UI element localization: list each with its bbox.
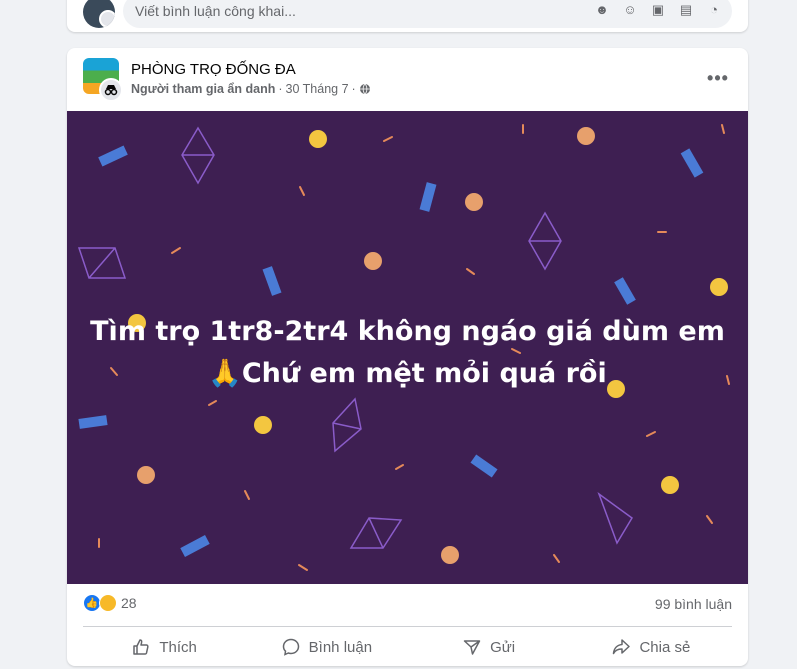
reactions-summary[interactable]: 👍 28 — [83, 594, 137, 612]
anonymous-avatar — [99, 78, 123, 102]
post-header: PHÒNG TRỌ ĐỐNG ĐA Người tham gia ẩn danh… — [67, 48, 748, 110]
anonymous-icon — [104, 85, 118, 96]
group-name[interactable]: PHÒNG TRỌ ĐỐNG ĐA — [131, 61, 296, 78]
post-text-line-1: Tìm trọ 1tr8-2tr4 không ngáo giá dùm em — [90, 316, 725, 347]
post-background: Tìm trọ 1tr8-2tr4 không ngáo giá dùm em … — [67, 111, 748, 584]
globe-icon — [359, 83, 370, 95]
sad-reaction-icon — [99, 594, 117, 612]
previous-post-comment-bar: Viết bình luận công khai... ☻ ☺ ▣ ▤ ◔ — [67, 0, 748, 32]
post-date[interactable]: 30 Tháng 7 — [286, 82, 349, 96]
post-author[interactable]: Người tham gia ẩn danh — [131, 82, 275, 96]
gif-icon[interactable]: ▤ — [678, 2, 694, 18]
avatar-sticker-icon[interactable]: ☻ — [594, 2, 610, 18]
sticker-icon[interactable]: ◔ — [706, 2, 722, 18]
comment-button[interactable]: Bình luận — [245, 630, 407, 664]
post-text-line-2: 🙏Chứ em mệt mỏi quá rồi — [208, 358, 607, 389]
like-label: Thích — [159, 638, 197, 656]
meta-separator: · — [278, 82, 283, 96]
share-icon — [613, 639, 631, 655]
post-actions: Thích Bình luận Gửi Chia sẻ — [83, 630, 732, 664]
comment-icon — [282, 638, 299, 656]
send-button[interactable]: Gửi — [408, 630, 570, 664]
post-card: PHÒNG TRỌ ĐỐNG ĐA Người tham gia ẩn danh… — [67, 48, 748, 666]
camera-icon[interactable]: ▣ — [650, 2, 666, 18]
comment-placeholder: Viết bình luận công khai... — [135, 3, 296, 19]
post-meta: Người tham gia ẩn danh · 30 Tháng 7 · — [131, 82, 371, 96]
comment-tools: ☻ ☺ ▣ ▤ ◔ — [594, 2, 722, 18]
comment-count[interactable]: 99 bình luận — [655, 596, 732, 612]
comment-label: Bình luận — [308, 638, 373, 656]
send-icon — [463, 640, 481, 655]
divider — [83, 626, 732, 627]
thumbs-up-icon — [133, 639, 149, 655]
user-avatar[interactable] — [83, 0, 115, 28]
more-options-button[interactable]: ••• — [706, 66, 730, 90]
comment-input[interactable]: Viết bình luận công khai... ☻ ☺ ▣ ▤ ◔ — [123, 0, 732, 28]
reaction-count: 28 — [121, 595, 137, 611]
emoji-icon[interactable]: ☺ — [622, 2, 638, 18]
send-label: Gửi — [490, 638, 516, 656]
post-text: Tìm trọ 1tr8-2tr4 không ngáo giá dùm em … — [67, 311, 748, 395]
like-button[interactable]: Thích — [83, 630, 245, 664]
share-label: Chia sẻ — [639, 638, 691, 656]
meta-separator-2: · — [351, 82, 356, 96]
share-button[interactable]: Chia sẻ — [570, 630, 732, 664]
